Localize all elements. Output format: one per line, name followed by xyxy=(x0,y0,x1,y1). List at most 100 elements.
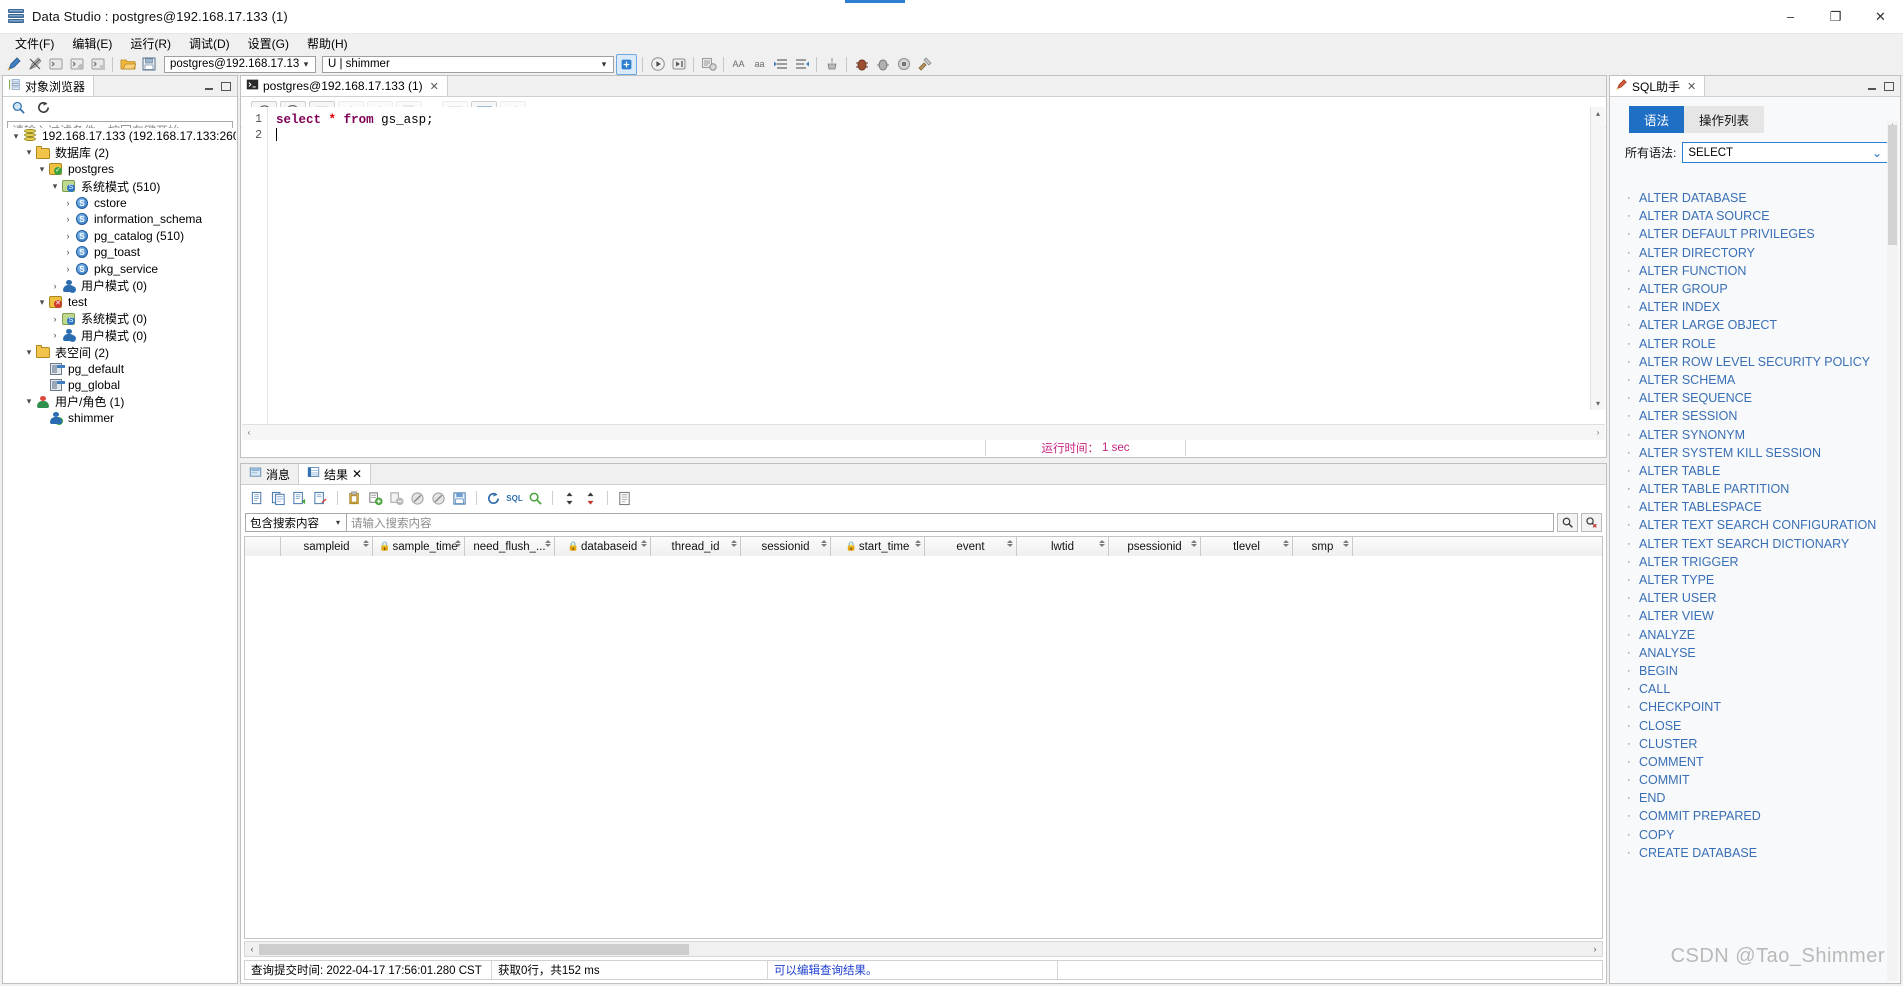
minimize-view-icon[interactable] xyxy=(1867,82,1877,91)
results-grid-body[interactable] xyxy=(245,556,1602,938)
syntax-list-item[interactable]: · ALTER SEQUENCE xyxy=(1627,389,1899,407)
grid-column-header[interactable]: 🔒 databaseid xyxy=(555,537,651,556)
add-row-icon[interactable] xyxy=(367,490,384,507)
scrollbar-thumb[interactable] xyxy=(1888,125,1897,245)
sql-assistant-scrollbar[interactable]: ▴ xyxy=(1887,121,1898,981)
menu-help[interactable]: 帮助(H) xyxy=(298,34,357,53)
grid-column-header[interactable]: event xyxy=(925,537,1017,556)
syntax-list-item[interactable]: · ALTER TEXT SEARCH CONFIGURATION xyxy=(1627,516,1899,534)
menu-file[interactable]: 文件(F) xyxy=(6,34,63,53)
menu-edit[interactable]: 编辑(E) xyxy=(63,34,121,53)
new-connection-icon[interactable] xyxy=(4,55,23,74)
tab-results[interactable]: 结果 ✕ xyxy=(299,464,372,484)
grid-column-header[interactable]: sessionid xyxy=(741,537,831,556)
grid-column-header[interactable]: tlevel xyxy=(1201,537,1293,556)
cancel-edit-icon[interactable] xyxy=(409,490,426,507)
syntax-list-item[interactable]: · ANALYZE xyxy=(1627,626,1899,644)
copy-all-icon[interactable] xyxy=(270,490,287,507)
grid-column-header[interactable]: 🔒 start_time xyxy=(831,537,925,556)
tree-node[interactable]: ✓ shimmer xyxy=(4,410,236,427)
syntax-list-item[interactable]: · ALTER SYNONYM xyxy=(1627,425,1899,443)
syntax-list-item[interactable]: · ALTER DIRECTORY xyxy=(1627,244,1899,262)
tree-node[interactable]: › S 系统模式 (0) xyxy=(4,311,236,328)
menu-run[interactable]: 运行(R) xyxy=(121,34,180,53)
chevron-right-icon[interactable]: › xyxy=(62,247,74,257)
syntax-list-item[interactable]: · ALTER FUNCTION xyxy=(1627,262,1899,280)
syntax-list-item[interactable]: · ALTER USER xyxy=(1627,589,1899,607)
search-scope-selector[interactable]: 包含搜索内容 ▾ xyxy=(245,513,347,532)
tree-node[interactable]: ▾ 192.168.17.133 (192.168.17.133:26000) xyxy=(4,128,236,145)
chevron-right-icon[interactable]: › xyxy=(49,281,61,291)
syntax-list-item[interactable]: · ALTER DEFAULT PRIVILEGES xyxy=(1627,225,1899,243)
results-horizontal-scrollbar[interactable]: ‹ › xyxy=(244,941,1603,957)
sort-icon[interactable] xyxy=(561,490,578,507)
clear-search-button[interactable] xyxy=(1581,513,1602,532)
results-grid-header[interactable]: sampleid 🔒 sample_time need_flush_... 🔒 datab… xyxy=(245,537,1602,557)
sort-arrows-icon[interactable] xyxy=(1099,540,1105,547)
search-button[interactable] xyxy=(1557,513,1578,532)
tree-node[interactable]: pg_default xyxy=(4,360,236,377)
format-settings-icon[interactable] xyxy=(699,55,718,74)
sort-arrows-icon[interactable] xyxy=(455,540,461,547)
indent-right-icon[interactable] xyxy=(792,55,811,74)
clean-icon[interactable] xyxy=(822,55,841,74)
open-terminal-3-icon[interactable] xyxy=(88,55,107,74)
tree-node[interactable]: › S 用户模式 (0) xyxy=(4,327,236,344)
minimize-button[interactable]: – xyxy=(1768,0,1813,33)
column-list-icon[interactable] xyxy=(616,490,633,507)
syntax-list-item[interactable]: · CLOSE xyxy=(1627,716,1899,734)
tree-node[interactable]: ▾ S 系统模式 (510) xyxy=(4,178,236,195)
sort-arrows-icon[interactable] xyxy=(821,540,827,547)
sort-arrows-icon[interactable] xyxy=(1191,540,1197,547)
chevron-right-icon[interactable]: › xyxy=(62,264,74,274)
scroll-right-icon[interactable]: › xyxy=(1591,428,1605,437)
syntax-list-item[interactable]: · ALTER ROLE xyxy=(1627,335,1899,353)
syntax-list-item[interactable]: · COMMENT xyxy=(1627,753,1899,771)
copy-icon[interactable] xyxy=(249,490,266,507)
close-icon[interactable]: ✕ xyxy=(352,467,362,481)
sort-arrows-icon[interactable] xyxy=(1343,540,1349,547)
add-connection-icon[interactable] xyxy=(616,53,637,75)
export-icon[interactable] xyxy=(291,490,308,507)
tree-node[interactable]: › Spg_catalog (510) xyxy=(4,228,236,245)
sort-arrows-icon[interactable] xyxy=(1007,540,1013,547)
grid-column-header[interactable]: 🔒 sample_time xyxy=(373,537,465,556)
chevron-right-icon[interactable]: › xyxy=(62,231,74,241)
debug-step-icon[interactable] xyxy=(873,55,892,74)
scroll-down-icon[interactable]: ▾ xyxy=(1591,397,1605,410)
save-file-icon[interactable] xyxy=(139,55,158,74)
tree-node[interactable]: pg_global xyxy=(4,377,236,394)
syntax-list-item[interactable]: · COPY xyxy=(1627,826,1899,844)
paste-icon[interactable] xyxy=(346,490,363,507)
open-file-icon[interactable] xyxy=(118,55,137,74)
delete-row-icon[interactable] xyxy=(388,490,405,507)
open-terminal-2-icon[interactable] xyxy=(67,55,86,74)
grid-column-header[interactable]: thread_id xyxy=(651,537,741,556)
refresh-icon[interactable] xyxy=(36,100,51,118)
sort-arrows-icon[interactable] xyxy=(641,540,647,547)
sort-clear-icon[interactable] xyxy=(582,490,599,507)
grid-column-header[interactable]: psessionid xyxy=(1109,537,1201,556)
grid-column-header[interactable]: sampleid xyxy=(281,537,373,556)
syntax-list-item[interactable]: · ALTER SESSION xyxy=(1627,407,1899,425)
menu-debug[interactable]: 调试(D) xyxy=(180,34,239,53)
tree-node[interactable]: ▾ ✕ test xyxy=(4,294,236,311)
chevron-right-icon[interactable]: › xyxy=(62,198,74,208)
tab-object-browser[interactable]: 对象浏览器 xyxy=(3,76,95,96)
sql-code-text[interactable]: select * from gs_asp; xyxy=(268,107,1605,424)
syntax-list-item[interactable]: · ALTER VIEW xyxy=(1627,607,1899,625)
chevron-down-icon[interactable]: ▾ xyxy=(23,396,35,407)
tree-node[interactable]: › Scstore xyxy=(4,194,236,211)
chevron-right-icon[interactable]: › xyxy=(62,214,74,224)
sort-arrows-icon[interactable] xyxy=(731,540,737,547)
maximize-view-icon[interactable] xyxy=(1884,81,1894,91)
results-grid[interactable]: sampleid 🔒 sample_time need_flush_... 🔒 datab… xyxy=(244,536,1603,939)
schema-selector[interactable]: U | shimmer ▾ xyxy=(322,55,614,73)
syntax-list-item[interactable]: · ALTER GROUP xyxy=(1627,280,1899,298)
syntax-list-item[interactable]: · ALTER DATA SOURCE xyxy=(1627,207,1899,225)
grid-column-header[interactable]: lwtid xyxy=(1017,537,1109,556)
syntax-list-item[interactable]: · CALL xyxy=(1627,680,1899,698)
sql-code-area[interactable]: 12 select * from gs_asp; xyxy=(242,107,1605,424)
tab-sql-assistant[interactable]: SQL助手 ✕ xyxy=(1610,76,1706,96)
hammer-icon[interactable] xyxy=(915,55,934,74)
